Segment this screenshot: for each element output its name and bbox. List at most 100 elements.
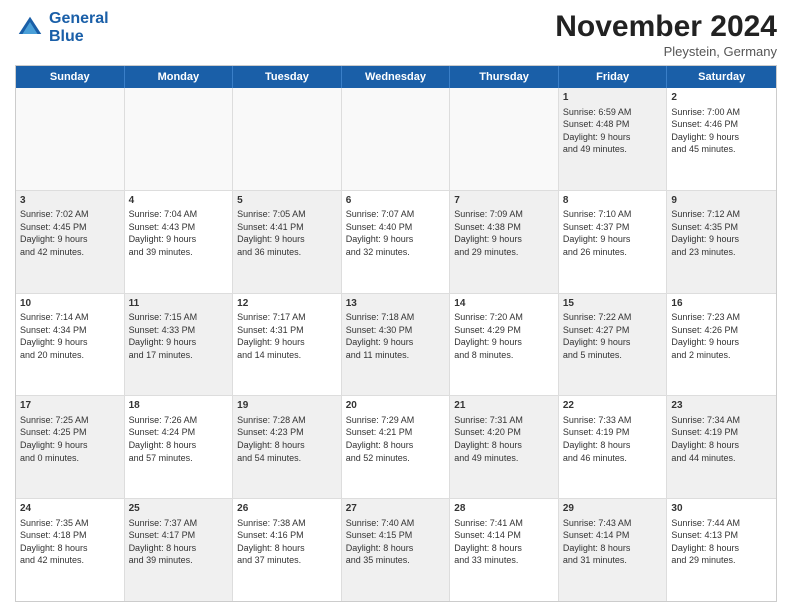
day-info: Sunrise: 7:35 AM Sunset: 4:18 PM Dayligh… [20, 517, 120, 567]
day-number: 1 [563, 91, 663, 105]
calendar-cell-15: 15Sunrise: 7:22 AM Sunset: 4:27 PM Dayli… [559, 294, 668, 396]
header: General Blue November 2024 Pleystein, Ge… [15, 10, 777, 59]
day-number: 17 [20, 399, 120, 413]
day-info: Sunrise: 7:43 AM Sunset: 4:14 PM Dayligh… [563, 517, 663, 567]
day-number: 9 [671, 194, 772, 208]
day-info: Sunrise: 7:40 AM Sunset: 4:15 PM Dayligh… [346, 517, 446, 567]
day-info: Sunrise: 7:15 AM Sunset: 4:33 PM Dayligh… [129, 311, 229, 361]
day-number: 6 [346, 194, 446, 208]
calendar-cell-9: 9Sunrise: 7:12 AM Sunset: 4:35 PM Daylig… [667, 191, 776, 293]
day-number: 27 [346, 502, 446, 516]
day-info: Sunrise: 7:02 AM Sunset: 4:45 PM Dayligh… [20, 208, 120, 258]
calendar-cell-empty-0-1 [125, 88, 234, 190]
calendar-cell-11: 11Sunrise: 7:15 AM Sunset: 4:33 PM Dayli… [125, 294, 234, 396]
calendar-cell-8: 8Sunrise: 7:10 AM Sunset: 4:37 PM Daylig… [559, 191, 668, 293]
calendar-cell-7: 7Sunrise: 7:09 AM Sunset: 4:38 PM Daylig… [450, 191, 559, 293]
calendar-cell-empty-0-4 [450, 88, 559, 190]
day-number: 11 [129, 297, 229, 311]
day-number: 10 [20, 297, 120, 311]
calendar-cell-24: 24Sunrise: 7:35 AM Sunset: 4:18 PM Dayli… [16, 499, 125, 601]
day-number: 25 [129, 502, 229, 516]
calendar-header: SundayMondayTuesdayWednesdayThursdayFrid… [16, 66, 776, 88]
day-info: Sunrise: 7:22 AM Sunset: 4:27 PM Dayligh… [563, 311, 663, 361]
calendar-cell-5: 5Sunrise: 7:05 AM Sunset: 4:41 PM Daylig… [233, 191, 342, 293]
header-day-sunday: Sunday [16, 66, 125, 88]
calendar-row-5: 24Sunrise: 7:35 AM Sunset: 4:18 PM Dayli… [16, 498, 776, 601]
calendar-cell-10: 10Sunrise: 7:14 AM Sunset: 4:34 PM Dayli… [16, 294, 125, 396]
day-info: Sunrise: 7:10 AM Sunset: 4:37 PM Dayligh… [563, 208, 663, 258]
header-day-wednesday: Wednesday [342, 66, 451, 88]
calendar-cell-26: 26Sunrise: 7:38 AM Sunset: 4:16 PM Dayli… [233, 499, 342, 601]
calendar-cell-13: 13Sunrise: 7:18 AM Sunset: 4:30 PM Dayli… [342, 294, 451, 396]
day-number: 19 [237, 399, 337, 413]
calendar-row-1: 1Sunrise: 6:59 AM Sunset: 4:48 PM Daylig… [16, 88, 776, 190]
header-day-saturday: Saturday [667, 66, 776, 88]
day-number: 7 [454, 194, 554, 208]
day-info: Sunrise: 7:28 AM Sunset: 4:23 PM Dayligh… [237, 414, 337, 464]
day-number: 21 [454, 399, 554, 413]
day-info: Sunrise: 7:37 AM Sunset: 4:17 PM Dayligh… [129, 517, 229, 567]
day-info: Sunrise: 7:29 AM Sunset: 4:21 PM Dayligh… [346, 414, 446, 464]
day-info: Sunrise: 7:23 AM Sunset: 4:26 PM Dayligh… [671, 311, 772, 361]
day-number: 12 [237, 297, 337, 311]
day-info: Sunrise: 7:09 AM Sunset: 4:38 PM Dayligh… [454, 208, 554, 258]
calendar-cell-25: 25Sunrise: 7:37 AM Sunset: 4:17 PM Dayli… [125, 499, 234, 601]
calendar-cell-22: 22Sunrise: 7:33 AM Sunset: 4:19 PM Dayli… [559, 396, 668, 498]
day-info: Sunrise: 7:41 AM Sunset: 4:14 PM Dayligh… [454, 517, 554, 567]
logo: General Blue [15, 10, 109, 45]
day-info: Sunrise: 7:31 AM Sunset: 4:20 PM Dayligh… [454, 414, 554, 464]
day-number: 15 [563, 297, 663, 311]
calendar-cell-6: 6Sunrise: 7:07 AM Sunset: 4:40 PM Daylig… [342, 191, 451, 293]
day-info: Sunrise: 7:38 AM Sunset: 4:16 PM Dayligh… [237, 517, 337, 567]
calendar-row-4: 17Sunrise: 7:25 AM Sunset: 4:25 PM Dayli… [16, 395, 776, 498]
calendar-cell-12: 12Sunrise: 7:17 AM Sunset: 4:31 PM Dayli… [233, 294, 342, 396]
day-number: 8 [563, 194, 663, 208]
calendar-cell-20: 20Sunrise: 7:29 AM Sunset: 4:21 PM Dayli… [342, 396, 451, 498]
calendar-cell-19: 19Sunrise: 7:28 AM Sunset: 4:23 PM Dayli… [233, 396, 342, 498]
day-info: Sunrise: 7:00 AM Sunset: 4:46 PM Dayligh… [671, 106, 772, 156]
location-subtitle: Pleystein, Germany [555, 44, 777, 59]
calendar-cell-3: 3Sunrise: 7:02 AM Sunset: 4:45 PM Daylig… [16, 191, 125, 293]
day-number: 3 [20, 194, 120, 208]
day-number: 20 [346, 399, 446, 413]
day-number: 23 [671, 399, 772, 413]
logo-icon [15, 13, 45, 43]
calendar-row-2: 3Sunrise: 7:02 AM Sunset: 4:45 PM Daylig… [16, 190, 776, 293]
day-number: 22 [563, 399, 663, 413]
day-number: 14 [454, 297, 554, 311]
day-number: 5 [237, 194, 337, 208]
day-info: Sunrise: 7:12 AM Sunset: 4:35 PM Dayligh… [671, 208, 772, 258]
calendar-cell-17: 17Sunrise: 7:25 AM Sunset: 4:25 PM Dayli… [16, 396, 125, 498]
day-info: Sunrise: 7:20 AM Sunset: 4:29 PM Dayligh… [454, 311, 554, 361]
calendar-cell-empty-0-0 [16, 88, 125, 190]
day-number: 26 [237, 502, 337, 516]
calendar-cell-empty-0-2 [233, 88, 342, 190]
page: General Blue November 2024 Pleystein, Ge… [0, 0, 792, 612]
header-day-monday: Monday [125, 66, 234, 88]
day-info: Sunrise: 6:59 AM Sunset: 4:48 PM Dayligh… [563, 106, 663, 156]
calendar-body: 1Sunrise: 6:59 AM Sunset: 4:48 PM Daylig… [16, 88, 776, 601]
day-info: Sunrise: 7:04 AM Sunset: 4:43 PM Dayligh… [129, 208, 229, 258]
day-info: Sunrise: 7:05 AM Sunset: 4:41 PM Dayligh… [237, 208, 337, 258]
calendar-cell-29: 29Sunrise: 7:43 AM Sunset: 4:14 PM Dayli… [559, 499, 668, 601]
day-info: Sunrise: 7:07 AM Sunset: 4:40 PM Dayligh… [346, 208, 446, 258]
calendar-row-3: 10Sunrise: 7:14 AM Sunset: 4:34 PM Dayli… [16, 293, 776, 396]
day-info: Sunrise: 7:14 AM Sunset: 4:34 PM Dayligh… [20, 311, 120, 361]
logo-text: General Blue [49, 10, 109, 45]
day-info: Sunrise: 7:25 AM Sunset: 4:25 PM Dayligh… [20, 414, 120, 464]
title-block: November 2024 Pleystein, Germany [555, 10, 777, 59]
header-day-tuesday: Tuesday [233, 66, 342, 88]
calendar: SundayMondayTuesdayWednesdayThursdayFrid… [15, 65, 777, 602]
day-number: 13 [346, 297, 446, 311]
calendar-cell-23: 23Sunrise: 7:34 AM Sunset: 4:19 PM Dayli… [667, 396, 776, 498]
calendar-cell-14: 14Sunrise: 7:20 AM Sunset: 4:29 PM Dayli… [450, 294, 559, 396]
calendar-cell-16: 16Sunrise: 7:23 AM Sunset: 4:26 PM Dayli… [667, 294, 776, 396]
day-number: 4 [129, 194, 229, 208]
day-info: Sunrise: 7:34 AM Sunset: 4:19 PM Dayligh… [671, 414, 772, 464]
calendar-cell-2: 2Sunrise: 7:00 AM Sunset: 4:46 PM Daylig… [667, 88, 776, 190]
day-number: 28 [454, 502, 554, 516]
day-info: Sunrise: 7:26 AM Sunset: 4:24 PM Dayligh… [129, 414, 229, 464]
calendar-cell-4: 4Sunrise: 7:04 AM Sunset: 4:43 PM Daylig… [125, 191, 234, 293]
day-info: Sunrise: 7:44 AM Sunset: 4:13 PM Dayligh… [671, 517, 772, 567]
calendar-cell-30: 30Sunrise: 7:44 AM Sunset: 4:13 PM Dayli… [667, 499, 776, 601]
